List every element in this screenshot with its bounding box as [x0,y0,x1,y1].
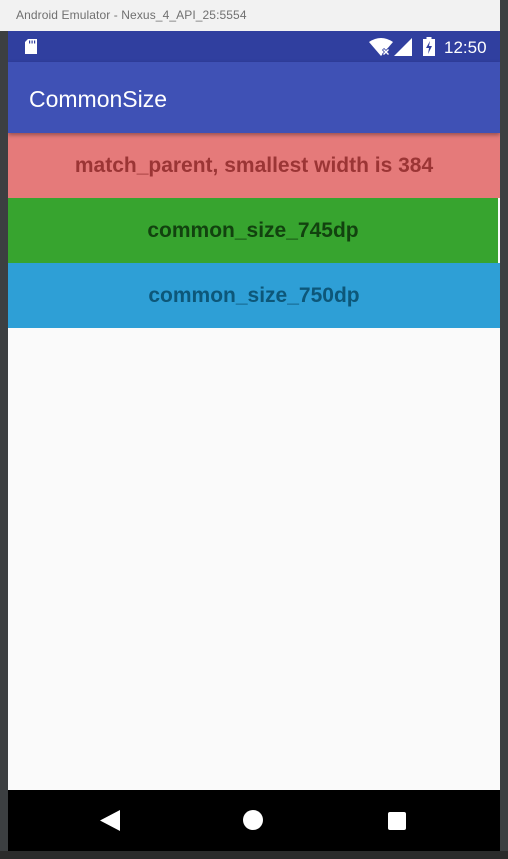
common-size-750dp-block: common_size_750dp [8,263,500,328]
status-bar: 12:50 [8,31,500,62]
common-size-750dp-label: common_size_750dp [148,283,360,307]
ide-background-left [0,31,8,859]
recents-icon[interactable] [388,812,406,830]
ide-background-bottom [0,851,508,859]
signal-icon [394,38,412,56]
home-icon[interactable] [243,810,263,830]
match-parent-label: match_parent, smallest width is 384 [74,153,434,177]
app-title: CommonSize [29,86,168,112]
device-screen: 12:50 CommonSize match_parent, smallest … [8,31,500,851]
sd-card-icon [25,39,37,54]
emulator-title-bar: Android Emulator - Nexus_4_API_25:5554 [0,0,500,32]
status-clock: 12:50 [444,38,487,57]
emulator-window-title: Android Emulator - Nexus_4_API_25:5554 [16,8,247,22]
content-area: match_parent, smallest width is 384 comm… [8,133,500,328]
back-icon[interactable] [100,810,120,831]
ide-background-right [500,0,508,859]
wifi-icon [369,38,393,56]
app-toolbar: CommonSize [8,62,500,133]
battery-charging-icon [423,37,435,56]
common-size-745dp-block: common_size_745dp [8,198,498,263]
navigation-bar [8,790,500,851]
match-parent-block: match_parent, smallest width is 384 [8,133,500,198]
common-size-745dp-label: common_size_745dp [147,218,359,242]
